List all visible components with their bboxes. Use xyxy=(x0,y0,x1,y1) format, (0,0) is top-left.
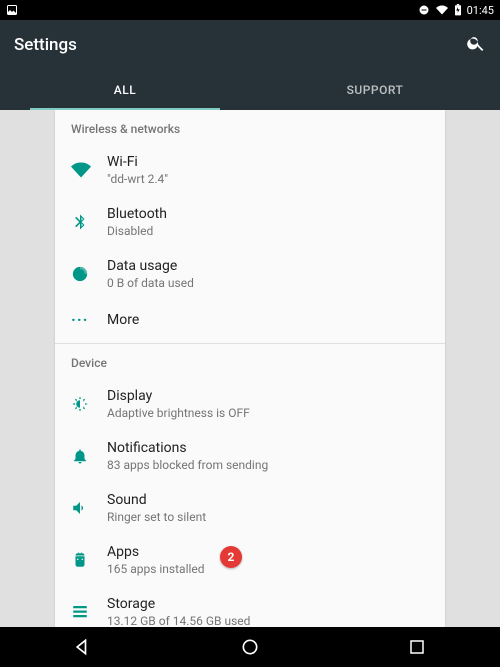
row-notifications[interactable]: Notifications 83 apps blocked from sendi… xyxy=(55,430,445,482)
row-title: More xyxy=(107,312,139,328)
row-title: Display xyxy=(107,388,250,404)
navigation-bar xyxy=(0,627,500,667)
row-sub: "dd-wrt 2.4" xyxy=(107,172,168,186)
back-icon xyxy=(73,637,93,657)
data-usage-icon xyxy=(71,265,107,283)
wifi-icon xyxy=(435,4,449,16)
row-sound[interactable]: Sound Ringer set to silent xyxy=(55,482,445,534)
row-title: Notifications xyxy=(107,440,268,456)
row-bluetooth[interactable]: Bluetooth Disabled xyxy=(55,196,445,248)
recent-button[interactable] xyxy=(397,627,437,667)
bluetooth-icon xyxy=(71,213,107,231)
more-icon: ··· xyxy=(71,310,107,329)
tab-all[interactable]: ALL xyxy=(0,70,250,110)
row-sub: Ringer set to silent xyxy=(107,510,206,524)
status-bar: 01:45 xyxy=(0,0,500,20)
row-title: Sound xyxy=(107,492,206,508)
wifi-icon xyxy=(71,160,107,180)
row-more[interactable]: ··· More xyxy=(55,300,445,339)
row-title: Data usage xyxy=(107,258,194,274)
page-title: Settings xyxy=(14,35,77,55)
storage-icon xyxy=(71,603,107,621)
row-title: Bluetooth xyxy=(107,206,167,222)
section-wireless-header: Wireless & networks xyxy=(55,110,445,144)
tab-support[interactable]: SUPPORT xyxy=(250,70,500,110)
picture-icon xyxy=(6,4,18,16)
back-button[interactable] xyxy=(63,627,103,667)
row-sub: Adaptive brightness is OFF xyxy=(107,406,250,420)
row-sub: 0 B of data used xyxy=(107,276,194,290)
row-title: Storage xyxy=(107,596,250,612)
status-time: 01:45 xyxy=(467,4,494,17)
search-icon xyxy=(466,33,486,53)
annotation-badge: 2 xyxy=(220,546,242,568)
bell-icon xyxy=(71,447,107,465)
row-title: Wi-Fi xyxy=(107,154,168,170)
content: Wireless & networks Wi-Fi "dd-wrt 2.4" B… xyxy=(0,110,500,627)
row-data-usage[interactable]: Data usage 0 B of data used xyxy=(55,248,445,300)
row-sub: 13.12 GB of 14.56 GB used xyxy=(107,614,250,627)
tabs: ALL SUPPORT xyxy=(0,70,500,110)
row-sub: 83 apps blocked from sending xyxy=(107,458,268,472)
display-icon xyxy=(71,395,107,413)
sound-icon xyxy=(71,499,107,517)
home-button[interactable] xyxy=(230,627,270,667)
row-sub: 165 apps installed xyxy=(107,562,205,576)
app-bar: Settings ALL SUPPORT xyxy=(0,20,500,110)
apps-icon xyxy=(71,551,107,569)
row-storage[interactable]: Storage 13.12 GB of 14.56 GB used xyxy=(55,586,445,627)
row-title: Apps xyxy=(107,544,205,560)
section-device-header: Device xyxy=(55,344,445,378)
battery-icon xyxy=(454,4,462,16)
recent-icon xyxy=(408,638,426,656)
row-wifi[interactable]: Wi-Fi "dd-wrt 2.4" xyxy=(55,144,445,196)
search-button[interactable] xyxy=(466,33,486,57)
settings-card: Wireless & networks Wi-Fi "dd-wrt 2.4" B… xyxy=(55,110,445,627)
row-display[interactable]: Display Adaptive brightness is OFF xyxy=(55,378,445,430)
home-icon xyxy=(240,637,260,657)
row-apps[interactable]: Apps 165 apps installed 2 xyxy=(55,534,445,586)
row-sub: Disabled xyxy=(107,224,167,238)
dnd-icon xyxy=(418,4,430,16)
